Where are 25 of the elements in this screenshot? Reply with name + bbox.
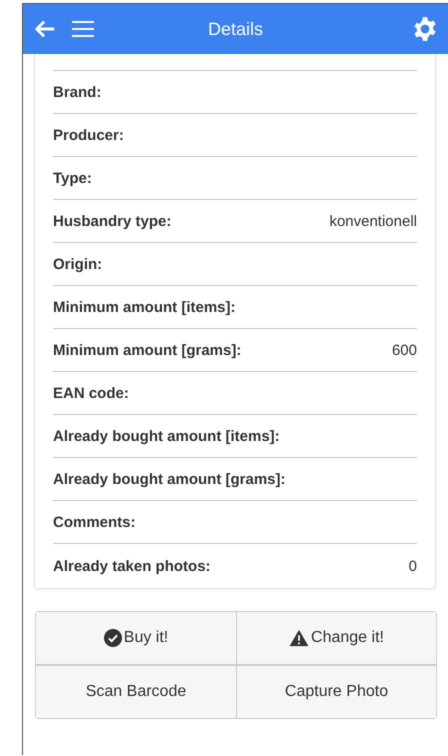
screen-title: Details xyxy=(208,18,264,40)
field-label: Minimum amount [grams]: xyxy=(53,342,242,358)
field-label: Type: xyxy=(53,170,92,186)
field-label: Origin: xyxy=(53,256,102,272)
menu-icon[interactable] xyxy=(71,19,95,39)
action-button[interactable]: Scan Barcode xyxy=(36,666,236,718)
field-value: konventionell xyxy=(329,212,417,230)
field-label: Already taken photos: xyxy=(53,558,211,574)
field-value: 600 xyxy=(392,342,417,358)
field-label: Minimum amount [items]: xyxy=(53,298,236,316)
back-arrow-icon[interactable] xyxy=(33,18,57,40)
buy-button[interactable]: Buy it! xyxy=(36,612,236,664)
field-label: Producer: xyxy=(53,126,124,144)
warning-icon xyxy=(289,629,310,647)
change-button[interactable]: Change it! xyxy=(236,612,436,664)
field-label: Husbandry type: xyxy=(53,212,172,230)
settings-icon[interactable] xyxy=(412,16,438,42)
field-label: Already bought amount [items]: xyxy=(53,428,280,444)
action-button[interactable]: Capture Photo xyxy=(236,666,436,718)
field-label: Already bought amount [grams]: xyxy=(53,470,286,488)
check-circle-icon xyxy=(104,629,122,647)
field-value: 0 xyxy=(408,558,417,574)
field-label: EAN code: xyxy=(53,384,129,402)
field-label: Comments: xyxy=(53,514,136,530)
field-label: Brand: xyxy=(53,84,102,100)
